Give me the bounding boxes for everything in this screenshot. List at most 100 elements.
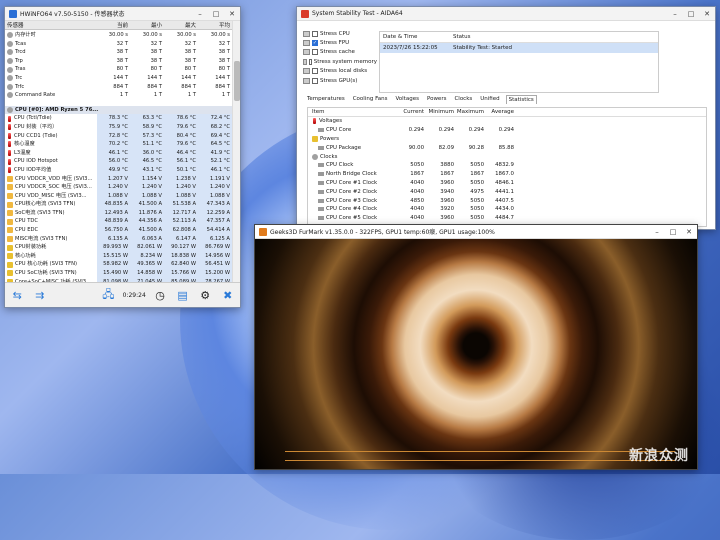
sensor-value: 36.0 °C — [131, 148, 165, 158]
sensor-row[interactable]: Trcd 38 T 38 T 38 T 38 T — [5, 48, 233, 57]
sensor-row[interactable]: MISC电流 (SVI3 TFN) 6.135 A 6.063 A 6.147 A 6.… — [5, 234, 233, 244]
sensor-row[interactable]: CPU VDDCR_VDD 电压 (SVI3... 1.207 V 1.154 V1… — [5, 174, 233, 184]
stress-option[interactable]: ✓ Stress FPU — [303, 38, 377, 47]
sensor-value: 8.234 W — [131, 251, 165, 261]
stats-row[interactable]: CPU Core #5 Clock 4040 3960 5050 4484.7 — [308, 214, 706, 223]
stress-checkbox[interactable] — [308, 58, 312, 65]
maximize-button[interactable]: □ — [683, 7, 699, 21]
close-button[interactable]: ✕ — [681, 225, 697, 239]
clock-icon[interactable]: ◷ — [152, 287, 169, 303]
stress-option[interactable]: Stress CPU — [303, 29, 377, 38]
sensor-row[interactable]: 核心功耗 15.515 W 8.234 W 18.838 W 14.956 W — [5, 251, 233, 261]
stats-row[interactable]: North Bridge Clock 1867 1867 1867 1867.0 — [308, 170, 706, 179]
hwinfo-footer: ⇆ ⇉ 🖧 0:29:24 ◷ ▤ ⚙ ✖ — [5, 282, 240, 307]
sensor-row[interactable]: Trc 144 T 144 T 144 T 144 T — [5, 74, 233, 83]
nav-right-icon[interactable]: ⇉ — [32, 287, 49, 303]
tab-powers[interactable]: Powers — [425, 95, 449, 104]
maximize-button[interactable]: □ — [665, 225, 681, 239]
sensor-row[interactable]: CPU CCD1 (Tdie) 72.8 °C 57.3 °C 80.4 °C 69.4… — [5, 131, 233, 141]
sensor-row[interactable]: Trfc 884 T 884 T 884 T 884 T — [5, 83, 233, 92]
column-header[interactable]: 当前 — [97, 21, 131, 29]
tab-voltages[interactable]: Voltages — [393, 95, 421, 104]
tab-unified[interactable]: Unified — [478, 95, 501, 104]
sensor-row[interactable]: CPU 核心功耗 (SVI3 TFN) 58.982 W 49.365 W 62.84… — [5, 260, 233, 270]
column-header[interactable]: 最小 — [131, 21, 165, 29]
sensor-row[interactable]: Trp 38 T 38 T 38 T 38 T — [5, 57, 233, 66]
sensor-row[interactable]: Command Rate 1 T 1 T 1 T 1 T — [5, 91, 233, 100]
stats-column-header[interactable]: Minimum — [424, 109, 455, 115]
aida64-window[interactable]: System Stability Test - AIDA64 – □ ✕ Str… — [296, 6, 716, 230]
aida-titlebar[interactable]: System Stability Test - AIDA64 – □ ✕ — [297, 7, 715, 21]
sensor-row[interactable]: SoC电流 (SVI3 TFN) 12.493 A 11.876 A 12.717 A… — [5, 208, 233, 218]
sensor-row[interactable]: CPU封装功耗 89.993 W 82.061 W 90.127 W 86.769 W — [5, 243, 233, 252]
stress-checkbox[interactable] — [312, 68, 318, 75]
close-sensors-icon[interactable]: ✖ — [219, 287, 236, 303]
stress-checkbox[interactable] — [312, 30, 318, 37]
sensor-row[interactable]: CPU TDC 48.839 A 44.356 A 52.113 A 47.357 A — [5, 217, 233, 227]
minimize-button[interactable]: – — [649, 225, 665, 239]
tab-cooling-fans[interactable]: Cooling Fans — [351, 95, 390, 104]
test-status-box: Date & Time Status 2023/7/26 15:22:05 Stab… — [379, 31, 659, 93]
stats-column-header[interactable]: Average — [484, 109, 514, 115]
stats-row[interactable]: CPU Core #2 Clock 4040 3940 4975 4441.1 — [308, 187, 706, 196]
hwinfo-window[interactable]: HWiNFO64 v7.50-5150 - 传感器状态 – □ ✕ 传感器 当前最… — [4, 6, 241, 308]
column-header[interactable]: 最大 — [165, 21, 199, 29]
sensor-row[interactable]: CPU (Tctl/Tdie) 78.3 °C 63.3 °C 78.6 °C 72.4… — [5, 114, 233, 123]
sensor-row[interactable]: CPU VDD_MISC 电压 (SVI3... 1.088 V 1.088 V 1.… — [5, 191, 233, 201]
sensor-value: 12.717 A — [165, 208, 199, 218]
stats-row[interactable]: CPU Core #1 Clock 4040 3960 5050 4846.1 — [308, 179, 706, 188]
stress-checkbox[interactable] — [312, 77, 318, 84]
column-header[interactable]: 平均 — [199, 21, 233, 29]
minimize-button[interactable]: – — [192, 7, 208, 21]
sensor-row[interactable]: CPU核心电流 (SVI3 TFN) 48.835 A 41.500 A 51.538… — [5, 200, 233, 209]
sensor-row[interactable]: CPU EDC 56.750 A 41.500 A 62.808 A 54.414 A — [5, 226, 233, 235]
sensor-row[interactable]: CPU VDDCR_SOC 电压 (SVI3... 1.240 V 1.240 V1… — [5, 183, 233, 192]
stats-row[interactable]: CPU Clock 5050 3880 5050 4832.9 — [308, 161, 706, 170]
stats-group[interactable]: Clocks — [308, 152, 706, 161]
close-button[interactable]: ✕ — [699, 7, 715, 21]
column-header[interactable]: 传感器 — [5, 21, 97, 29]
stats-column-header[interactable]: Maximum — [454, 109, 484, 115]
stress-option[interactable]: Stress local disks — [303, 67, 377, 76]
tab-statistics[interactable]: Statistics — [505, 95, 537, 104]
stress-checkbox[interactable]: ✓ — [312, 40, 318, 47]
stats-column-header[interactable]: Item — [308, 109, 394, 115]
sensor-row[interactable]: Tras 80 T 80 T 80 T 80 T — [5, 65, 233, 74]
maximize-button[interactable]: □ — [208, 7, 224, 21]
sensor-row[interactable]: 内存计时 30.00 s 30.00 s 30.00 s 30.00 s — [5, 31, 233, 40]
stress-option[interactable]: Stress GPU(s) — [303, 76, 377, 85]
stats-row[interactable]: CPU Core 0.294 0.294 0.294 0.294 — [308, 126, 706, 135]
stress-option[interactable]: Stress system memory — [303, 57, 377, 66]
minimize-button[interactable]: – — [667, 7, 683, 21]
furmark-titlebar[interactable]: Geeks3D FurMark v1.35.0.0 - 322FPS, GPU1… — [255, 225, 697, 239]
hwinfo-titlebar[interactable]: HWiNFO64 v7.50-5150 - 传感器状态 – □ ✕ — [5, 7, 240, 21]
nav-left-icon[interactable]: ⇆ — [9, 287, 26, 303]
sensor-row[interactable]: CPU 封装（平均） 75.9 °C 58.9 °C 79.6 °C 68.2 °C — [5, 122, 233, 132]
sensor-value: 47.343 A — [199, 200, 233, 209]
sensor-group-header[interactable]: CPU [#0]: AMD Ryzen 5 76... — [5, 105, 233, 115]
network-icon[interactable]: 🖧 — [100, 287, 117, 303]
stats-column-header[interactable]: Current — [394, 109, 424, 115]
stats-row[interactable]: CPU Core #3 Clock 4850 3960 5050 4407.5 — [308, 196, 706, 205]
close-button[interactable]: ✕ — [224, 7, 240, 21]
tab-temperatures[interactable]: Temperatures — [305, 95, 347, 104]
furmark-window[interactable]: Geeks3D FurMark v1.35.0.0 - 322FPS, GPU1… — [254, 224, 698, 470]
sensor-row[interactable]: 核心温度 70.2 °C 51.1 °C 79.6 °C 64.5 °C — [5, 140, 233, 149]
stats-row[interactable]: CPU Core #4 Clock 4040 3920 5050 4434.0 — [308, 205, 706, 214]
stats-row[interactable]: CPU Package 90.00 82.09 90.28 85.88 — [308, 143, 706, 152]
sensor-row[interactable]: CPU IOD平均值 49.9 °C 43.1 °C 50.1 °C 46.1 °C — [5, 165, 233, 175]
stats-group[interactable]: Powers — [308, 135, 706, 144]
stress-checkbox[interactable] — [312, 49, 318, 56]
stress-option[interactable]: Stress cache — [303, 48, 377, 57]
sensor-scrollbar[interactable] — [232, 21, 240, 285]
sensor-value: 48.835 A — [97, 200, 131, 209]
tab-clocks[interactable]: Clocks — [452, 95, 474, 104]
report-icon[interactable]: ▤ — [174, 287, 191, 303]
sensor-row[interactable]: CPU SoC功耗 (SVI3 TFN) 15.490 W 14.858 W 15.7… — [5, 269, 233, 278]
stats-group[interactable]: Voltages — [308, 117, 706, 126]
sensor-row[interactable]: CPU IOD Hotspot 56.0 °C 46.5 °C 56.1 °C 52.1… — [5, 157, 233, 166]
scrollbar-thumb[interactable] — [234, 61, 240, 101]
sensor-row[interactable]: L3温度 46.1 °C 36.0 °C 46.4 °C 41.9 °C — [5, 148, 233, 158]
settings-gear-icon[interactable]: ⚙ — [197, 287, 214, 303]
sensor-row[interactable]: Tcas 32 T 32 T 32 T 32 T — [5, 40, 233, 49]
